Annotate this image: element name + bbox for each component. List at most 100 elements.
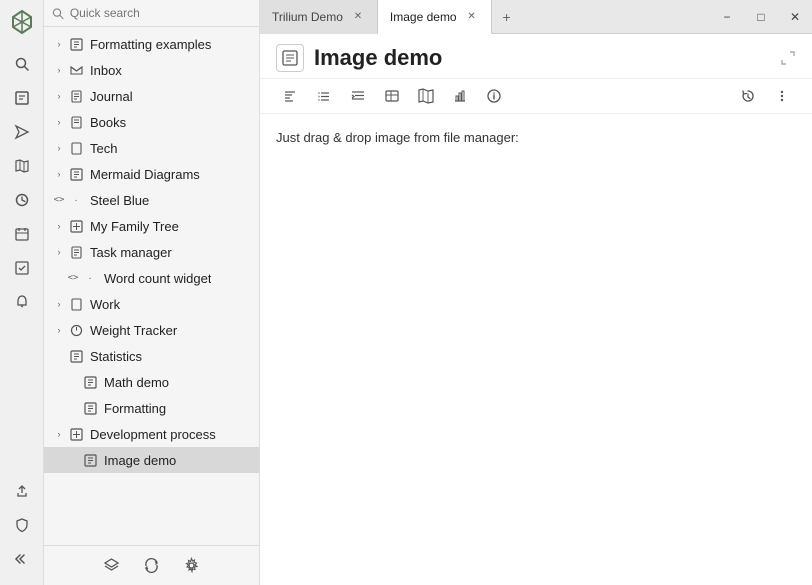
node-icon-work xyxy=(68,296,84,312)
sidebar-item-statistics[interactable]: › Statistics xyxy=(44,343,259,369)
sidebar-item-formatting[interactable]: › Formatting xyxy=(44,395,259,421)
sidebar-item-image-demo[interactable]: › Image demo xyxy=(44,447,259,473)
sidebar-item-task-manager[interactable]: › Task manager xyxy=(44,239,259,265)
label-family-tree: My Family Tree xyxy=(90,219,179,234)
sidebar-item-mermaid[interactable]: › Mermaid Diagrams xyxy=(44,161,259,187)
window-minimize-button[interactable]: − xyxy=(710,0,744,34)
chevron-journal: › xyxy=(52,89,66,103)
node-icon-journal xyxy=(68,88,84,104)
chevron-steel-blue: <> xyxy=(52,193,66,207)
main-area: Trilium Demo ✕ Image demo ✕ + − □ ✕ xyxy=(260,0,812,585)
chevron-family-tree: › xyxy=(52,219,66,233)
toolbar-map-btn[interactable] xyxy=(412,83,440,109)
label-dev-process: Development process xyxy=(90,427,216,442)
tab-add-button[interactable]: + xyxy=(492,0,522,34)
sidebar-item-work[interactable]: › Work xyxy=(44,291,259,317)
sidebar-search-bar[interactable] xyxy=(44,0,259,27)
chevron-formatting-examples: › xyxy=(52,37,66,51)
toolbar-chart-btn[interactable] xyxy=(446,83,474,109)
chevron-tech: › xyxy=(52,141,66,155)
sidebar-item-tech[interactable]: › Tech xyxy=(44,135,259,161)
label-formatting: Formatting xyxy=(104,401,166,416)
tab-trilium-demo[interactable]: Trilium Demo ✕ xyxy=(260,0,378,34)
rail-collapse-icon[interactable] xyxy=(6,543,38,575)
toolbar-format-btn[interactable] xyxy=(276,83,304,109)
label-task-manager: Task manager xyxy=(90,245,172,260)
sidebar-search-icon xyxy=(52,7,64,20)
window-maximize-button[interactable]: □ xyxy=(744,0,778,34)
chevron-dev-process: › xyxy=(52,427,66,441)
label-image-demo: Image demo xyxy=(104,453,176,468)
sidebar-item-inbox[interactable]: › Inbox xyxy=(44,57,259,83)
node-icon-family-tree xyxy=(68,218,84,234)
note-title: Image demo xyxy=(314,45,442,71)
sidebar-item-family-tree[interactable]: › My Family Tree xyxy=(44,213,259,239)
sidebar-search-input[interactable] xyxy=(70,6,251,20)
node-icon-formatting-examples xyxy=(68,36,84,52)
node-icon-statistics xyxy=(68,348,84,364)
footer-layers-icon[interactable] xyxy=(100,554,124,578)
note-content: Just drag & drop image from file manager… xyxy=(260,114,812,585)
rail-map-icon[interactable] xyxy=(6,150,38,182)
label-tech: Tech xyxy=(90,141,117,156)
node-icon-formatting xyxy=(82,400,98,416)
note-fullscreen-icon[interactable] xyxy=(780,50,796,66)
tab-image-demo[interactable]: Image demo ✕ xyxy=(378,0,492,34)
rail-notes-icon[interactable] xyxy=(6,82,38,114)
label-journal: Journal xyxy=(90,89,133,104)
sidebar-footer xyxy=(44,545,259,585)
sidebar-item-dev-process[interactable]: › Development process xyxy=(44,421,259,447)
note-toolbar xyxy=(260,79,812,114)
node-icon-task-manager xyxy=(68,244,84,260)
toolbar-more-btn[interactable] xyxy=(768,83,796,109)
toolbar-list-btn[interactable] xyxy=(310,83,338,109)
label-word-count: Word count widget xyxy=(104,271,211,286)
chevron-mermaid: › xyxy=(52,167,66,181)
sidebar-item-steel-blue[interactable]: <> · Steel Blue xyxy=(44,187,259,213)
rail-security-icon[interactable] xyxy=(6,509,38,541)
sidebar-item-formatting-examples[interactable]: › Formatting examples xyxy=(44,31,259,57)
label-mermaid: Mermaid Diagrams xyxy=(90,167,200,182)
sidebar-item-word-count[interactable]: <> · Word count widget xyxy=(44,265,259,291)
node-icon-steel-blue: · xyxy=(68,192,84,208)
label-inbox: Inbox xyxy=(90,63,122,78)
label-math-demo: Math demo xyxy=(104,375,169,390)
chevron-weight-tracker: › xyxy=(52,323,66,337)
node-icon-word-count: · xyxy=(82,270,98,286)
toolbar-table-btn[interactable] xyxy=(378,83,406,109)
chevron-books: › xyxy=(52,115,66,129)
chevron-task-manager: › xyxy=(52,245,66,259)
toolbar-history-btn[interactable] xyxy=(734,83,762,109)
rail-export-icon[interactable] xyxy=(6,475,38,507)
rail-send-icon[interactable] xyxy=(6,116,38,148)
node-icon-image-demo xyxy=(82,452,98,468)
window-close-button[interactable]: ✕ xyxy=(778,0,812,34)
toolbar-info-btn[interactable] xyxy=(480,83,508,109)
tree-container: › Formatting examples › Inbox › Journal … xyxy=(44,27,259,545)
node-icon-inbox xyxy=(68,62,84,78)
tab-image-demo-label: Image demo xyxy=(390,10,457,24)
footer-settings-icon[interactable] xyxy=(180,554,204,578)
sidebar-item-weight-tracker[interactable]: › Weight Tracker xyxy=(44,317,259,343)
rail-checklist-icon[interactable] xyxy=(6,252,38,284)
tab-trilium-demo-label: Trilium Demo xyxy=(272,10,343,24)
tab-trilium-demo-close[interactable]: ✕ xyxy=(351,10,365,24)
rail-notification-icon[interactable] xyxy=(6,286,38,318)
node-icon-tech xyxy=(68,140,84,156)
label-formatting-examples: Formatting examples xyxy=(90,37,211,52)
note-header: Image demo xyxy=(260,34,812,79)
sidebar-item-math-demo[interactable]: › Math demo xyxy=(44,369,259,395)
note-type-icon[interactable] xyxy=(276,44,304,72)
rail-search-icon[interactable] xyxy=(6,48,38,80)
tab-image-demo-close[interactable]: ✕ xyxy=(465,10,479,24)
note-body-text: Just drag & drop image from file manager… xyxy=(276,130,519,145)
chevron-work: › xyxy=(52,297,66,311)
sidebar-item-journal[interactable]: › Journal xyxy=(44,83,259,109)
footer-sync-icon[interactable] xyxy=(140,554,164,578)
toolbar-indent-btn[interactable] xyxy=(344,83,372,109)
app-logo[interactable] xyxy=(8,8,36,36)
rail-clock-icon[interactable] xyxy=(6,184,38,216)
sidebar-item-books[interactable]: › Books xyxy=(44,109,259,135)
rail-calendar-icon[interactable] xyxy=(6,218,38,250)
sidebar: › Formatting examples › Inbox › Journal … xyxy=(44,0,260,585)
